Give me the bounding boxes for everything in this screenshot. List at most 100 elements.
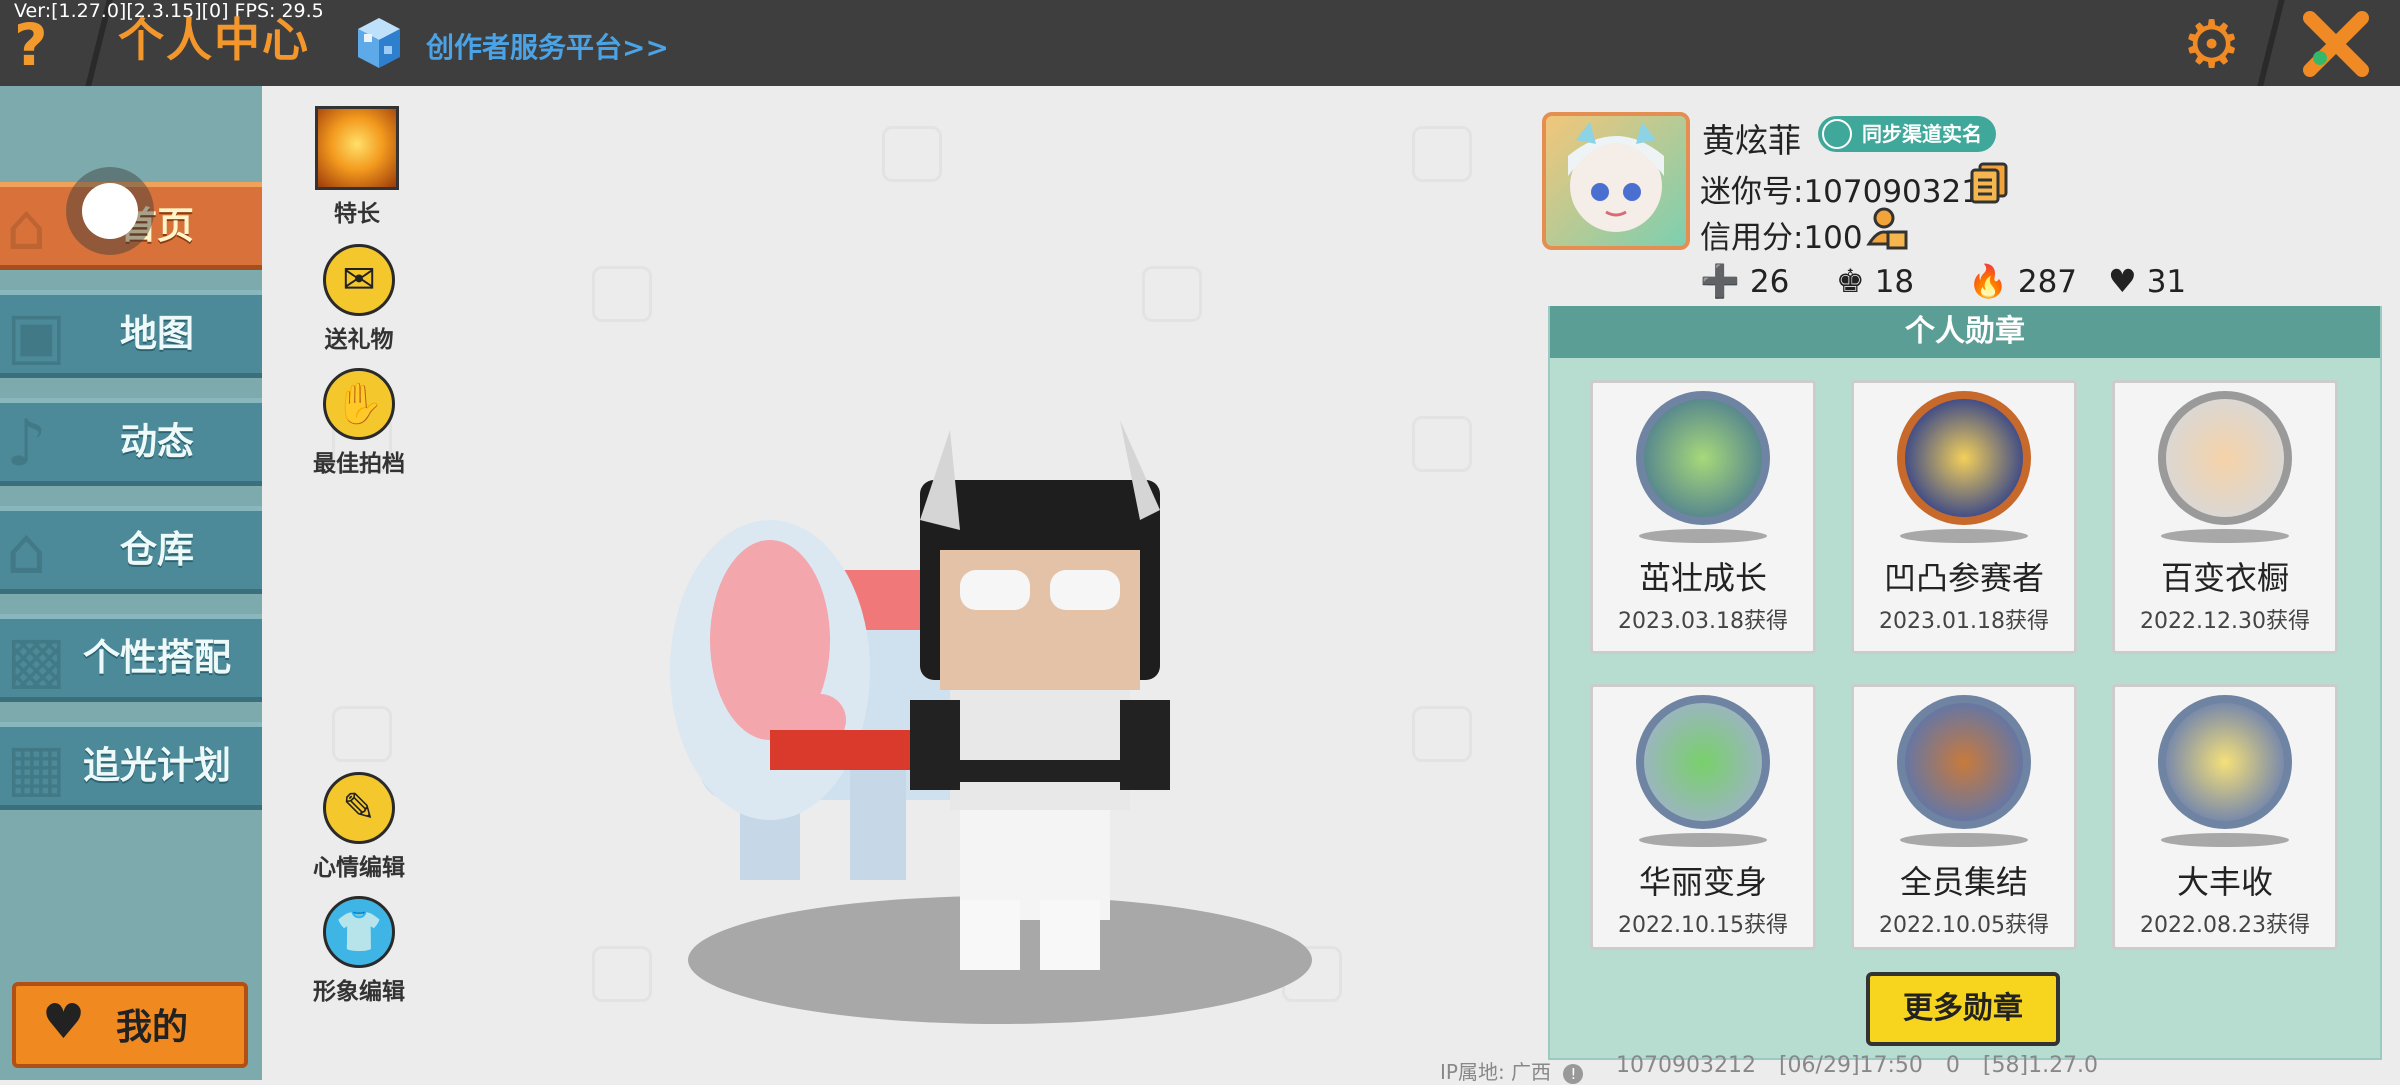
debug-info: 1070903212 [06/29]17:50 0 [58]1.27.0: [1616, 1053, 2099, 1078]
info-icon[interactable]: !: [1563, 1064, 1584, 1084]
image-edit-button[interactable]: 👕 形象编辑: [304, 896, 414, 1006]
handshake-icon: ✋: [323, 368, 395, 440]
mood-edit-label: 心情编辑: [313, 855, 405, 881]
bear-medal-icon: [2158, 391, 2292, 525]
frog-medal-icon: [1636, 391, 1770, 525]
ip-label: IP属地: 广西: [1440, 1060, 1552, 1084]
astronaut-medal-icon: [1897, 391, 2031, 525]
sidebar-item-feed[interactable]: ♪ 动态: [0, 398, 262, 486]
more-medals-button[interactable]: 更多勋章: [1866, 972, 2060, 1046]
avatar[interactable]: [1542, 112, 1690, 250]
mood-edit-button[interactable]: ✎ 心情编辑: [304, 772, 414, 882]
gear-icon[interactable]: ⚙: [2182, 12, 2241, 78]
medal-shadow: [1639, 529, 1767, 543]
medal-shadow: [2161, 833, 2289, 847]
ip-location: IP属地: 广西 !: [1440, 1056, 1584, 1085]
partner-label: 最佳拍档: [313, 451, 405, 477]
mine-button[interactable]: ♥ 我的: [12, 982, 248, 1068]
sync-real-name-badge[interactable]: 同步渠道实名: [1818, 116, 1996, 152]
talent-button[interactable]: 特长: [302, 106, 412, 228]
background-pattern: [332, 706, 392, 762]
medal-name: 百变衣橱: [2160, 559, 2289, 597]
medal-name: 凹凸参赛者: [1883, 559, 2044, 597]
gift-icon: ✉: [323, 244, 395, 316]
stat-value: 26: [1749, 264, 1790, 300]
sync-label: 同步渠道实名: [1862, 122, 1982, 146]
dino-medal-icon: [1636, 695, 1770, 829]
sidebar-item-label: 追光计划: [83, 744, 231, 787]
medal-panel-title: 个人勋章: [1550, 306, 2380, 358]
stat-popularity[interactable]: 🔥 287: [1968, 262, 2077, 300]
medal-card[interactable]: 大丰收 2022.08.23获得: [2112, 684, 2338, 950]
fans-icon: ♚: [1836, 262, 1865, 300]
background-pattern: [882, 126, 942, 182]
background-pattern: [592, 266, 652, 322]
background-pattern: [1412, 126, 1472, 182]
stat-value: 287: [2017, 264, 2078, 300]
medal-name: 华丽变身: [1638, 863, 1767, 901]
stat-value: 31: [2146, 264, 2187, 300]
image-edit-label: 形象编辑: [313, 979, 405, 1005]
character-scene[interactable]: [620, 400, 1320, 1040]
medal-date: 2022.10.05获得: [1879, 913, 2049, 938]
medal-name: 大丰收: [2176, 863, 2273, 901]
medal-date: 2022.12.30获得: [2140, 609, 2310, 634]
sidebar-item-warehouse[interactable]: ⌂ 仓库: [0, 506, 262, 594]
sidebar-item-label: 仓库: [120, 528, 194, 571]
username: 黄炫菲: [1702, 121, 1801, 160]
stat-value: 18: [1874, 264, 1915, 300]
page-title: 个人中心: [118, 13, 310, 67]
medal-date: 2023.01.18获得: [1879, 609, 2049, 634]
fire-avatar-icon: [315, 106, 399, 190]
fire-icon: 🔥: [1968, 262, 2008, 300]
help-icon[interactable]: ?: [14, 14, 48, 76]
user-icon: [1822, 119, 1852, 149]
medal-shadow: [1639, 833, 1767, 847]
medal-card[interactable]: 百变衣橱 2022.12.30获得: [2112, 380, 2338, 654]
shirt-icon: 👕: [323, 896, 395, 968]
copy-icon[interactable]: [1970, 162, 2008, 204]
best-partner-button[interactable]: ✋ 最佳拍档: [304, 368, 414, 478]
sidebar-item-outfit[interactable]: ▩ 个性搭配: [0, 614, 262, 702]
heart-icon: ♥: [42, 994, 86, 1050]
harvest-medal-icon: [2158, 695, 2292, 829]
medal-name: 全员集结: [1899, 863, 2028, 901]
talent-label: 特长: [334, 201, 380, 227]
medal-card[interactable]: 凹凸参赛者 2023.01.18获得: [1851, 380, 2077, 654]
add-follow-icon: ➕: [1700, 262, 1740, 300]
credit-score: 信用分:100: [1700, 220, 1863, 256]
stat-likes[interactable]: ♥ 31: [2108, 262, 2186, 300]
medal-name: 茁壮成长: [1638, 559, 1767, 597]
touch-indicator: [82, 183, 138, 239]
medal-shadow: [1900, 529, 2028, 543]
sidebar-item-map[interactable]: ▣ 地图: [0, 290, 262, 378]
medal-card[interactable]: 茁壮成长 2023.03.18获得: [1590, 380, 1816, 654]
creator-platform-link[interactable]: 创作者服务平台>>: [426, 26, 669, 66]
medal-card[interactable]: 华丽变身 2022.10.15获得: [1590, 684, 1816, 950]
gift-label: 送礼物: [324, 327, 394, 353]
background-pattern: [1412, 706, 1472, 762]
heart-icon: ♥: [2108, 262, 2137, 300]
mini-id: 迷你号:1070903212: [1700, 174, 2001, 210]
medal-date: 2022.08.23获得: [2140, 913, 2310, 938]
avatar-portrait: [1568, 122, 1664, 232]
mine-label: 我的: [116, 1007, 189, 1048]
cube-icon[interactable]: [356, 16, 402, 70]
medal-date: 2022.10.15获得: [1618, 913, 1788, 938]
background-pattern: [1142, 266, 1202, 322]
divider: [2257, 0, 2285, 86]
credit-user-icon[interactable]: [1866, 206, 1908, 250]
lion-medal-icon: [1897, 695, 2031, 829]
stat-follow[interactable]: ➕ 26: [1700, 262, 1789, 300]
sidebar-item-label: 动态: [120, 420, 194, 463]
gift-button[interactable]: ✉ 送礼物: [304, 244, 414, 354]
medal-date: 2023.03.18获得: [1618, 609, 1788, 634]
medal-card[interactable]: 全员集结 2022.10.05获得: [1851, 684, 2077, 950]
sidebar-item-label: 个性搭配: [83, 636, 231, 679]
sidebar-item-chase-light[interactable]: ▦ 追光计划: [0, 722, 262, 810]
close-icon[interactable]: [2290, 6, 2382, 82]
medal-shadow: [2161, 529, 2289, 543]
background-pattern: [1412, 416, 1472, 472]
stat-fans[interactable]: ♚ 18: [1836, 262, 1914, 300]
medal-shadow: [1900, 833, 2028, 847]
